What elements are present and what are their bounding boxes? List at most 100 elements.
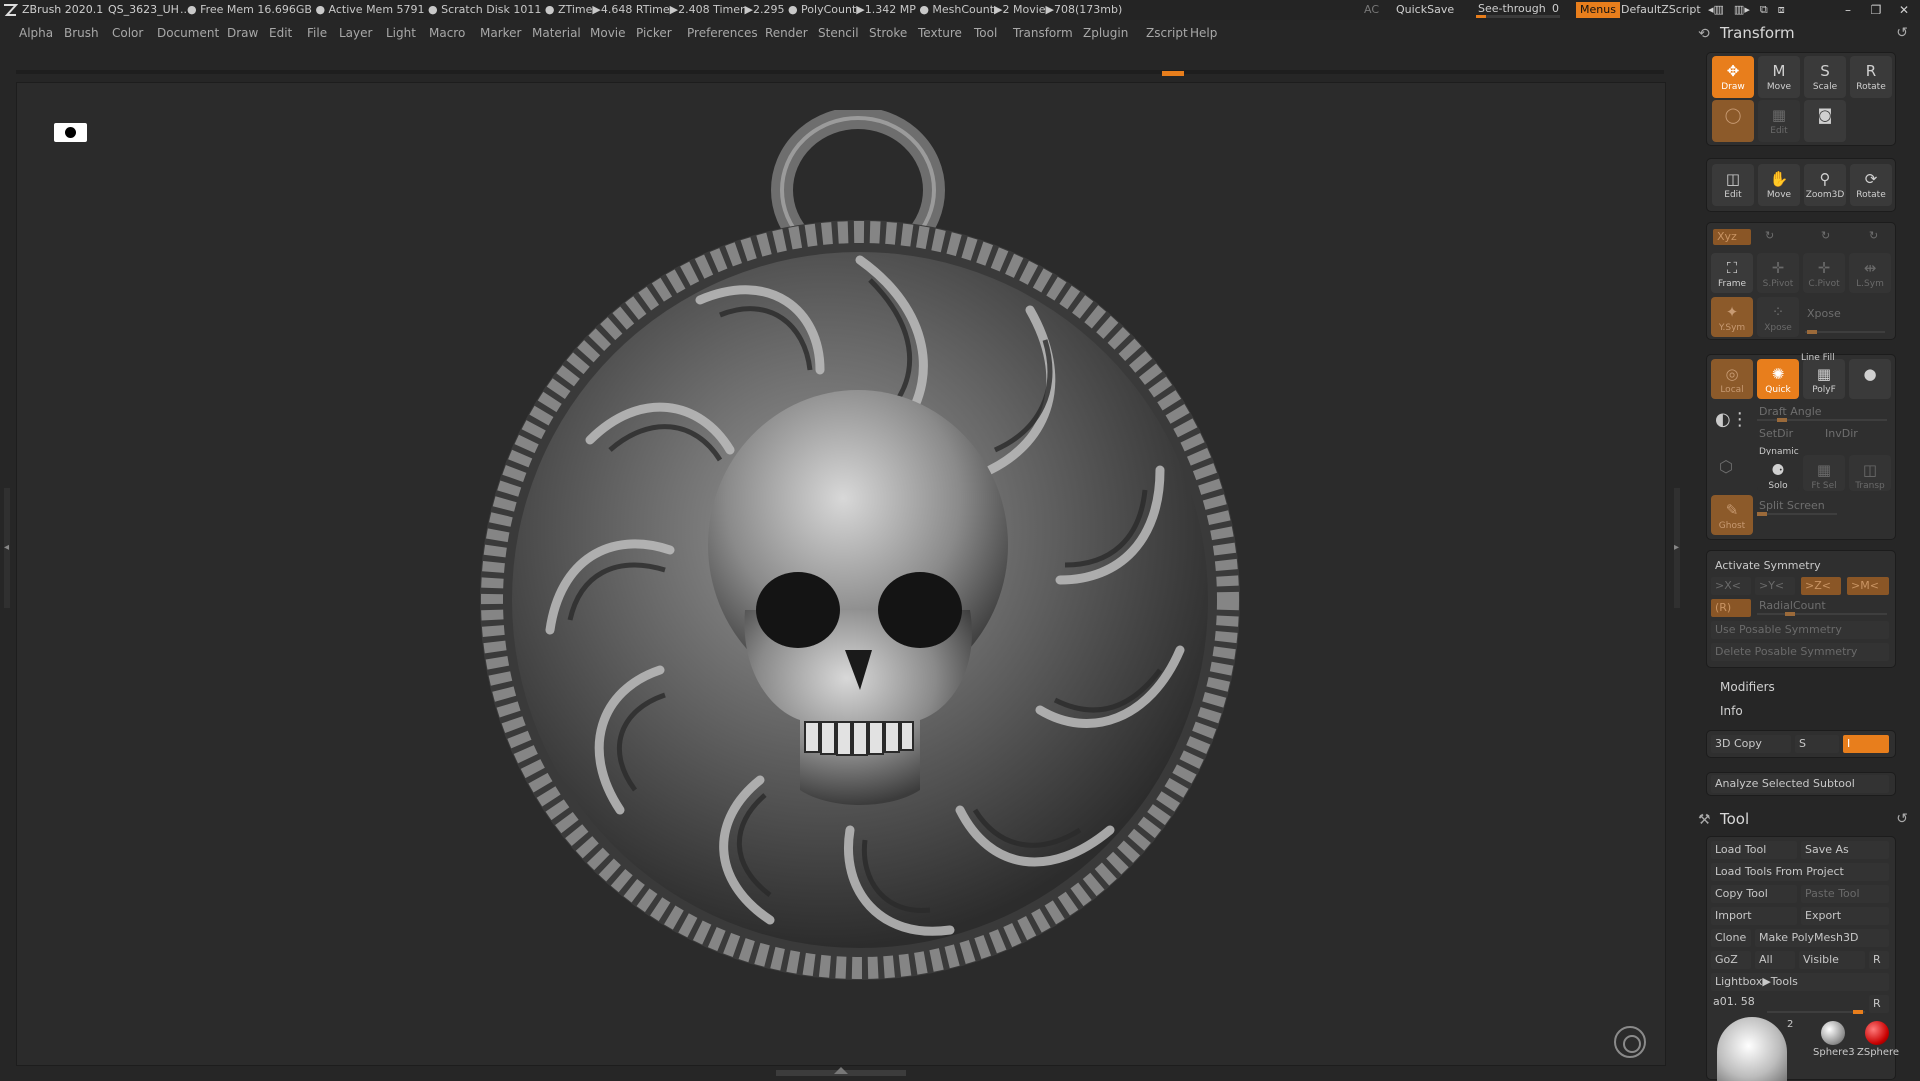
symmetry-radial-button[interactable]: (R) (1711, 599, 1751, 617)
xyz-cycle-icon[interactable]: ↻ (1765, 229, 1774, 242)
load-tools-from-project-button[interactable]: Load Tools From Project (1711, 863, 1889, 881)
z-cycle-icon[interactable]: ↻ (1869, 229, 1878, 242)
spivot-button[interactable]: ✛ S.Pivot (1757, 253, 1799, 293)
menu-movie[interactable]: Movie (590, 22, 626, 44)
menu-stencil[interactable]: Stencil (818, 22, 859, 44)
tool-reset-icon[interactable]: ↺ (1896, 811, 1908, 827)
copy-tool-button[interactable]: Copy Tool (1711, 885, 1797, 903)
lightbox-tools-button[interactable]: Lightbox▶Tools (1711, 973, 1889, 991)
3d-copy-s-button[interactable]: S (1795, 735, 1839, 753)
solo-button[interactable]: ⚈ Solo (1757, 455, 1799, 491)
3d-copy-i-button[interactable]: I (1843, 735, 1889, 753)
local-button[interactable]: ◎ Local (1711, 359, 1753, 399)
transform-header[interactable]: ⟲ Transform ↺ (1690, 22, 1920, 46)
menu-macro[interactable]: Macro (429, 22, 465, 44)
rotate-button-row3-3[interactable]: ⟳ Rotate (1850, 164, 1892, 206)
palette-toggle-icon[interactable]: ◂▥ (1708, 0, 1724, 20)
menu-material[interactable]: Material (532, 22, 581, 44)
skull-pendant-model[interactable] (470, 110, 1250, 1020)
xpose-slider[interactable] (1805, 330, 1885, 334)
menu-render[interactable]: Render (765, 22, 808, 44)
cube-icon[interactable]: ⬡ (1719, 457, 1733, 476)
menu-texture[interactable]: Texture (918, 22, 962, 44)
floor-button[interactable]: ● (1849, 359, 1891, 399)
tool-slider[interactable] (1767, 1010, 1865, 1014)
minimize-icon[interactable]: – (1838, 0, 1858, 20)
analyze-selected-subtool-button[interactable]: Analyze Selected Subtool (1711, 775, 1889, 793)
save-as-button[interactable]: Save As (1801, 841, 1889, 859)
draw-button-row1-0[interactable]: ✥ Draw (1712, 56, 1754, 98)
xpose-button[interactable]: ⁘ Xpose (1757, 297, 1799, 337)
menu-zplugin[interactable]: Zplugin (1083, 22, 1128, 44)
edit-button-row2-1[interactable]: ▦ Edit (1758, 100, 1800, 142)
tool-header[interactable]: ⚒ Tool ↺ (1690, 808, 1920, 832)
menu-document[interactable]: Document (157, 22, 219, 44)
setdir-button[interactable]: SetDir (1759, 427, 1793, 440)
menu-light[interactable]: Light (386, 22, 416, 44)
goz-all-button[interactable]: All (1755, 951, 1795, 969)
ui-toggle-icon[interactable]: ▥▸ (1734, 0, 1750, 20)
menus-button[interactable]: Menus (1576, 2, 1620, 18)
navigation-gizmo-icon[interactable] (1614, 1026, 1646, 1058)
polyf-button[interactable]: ▦ PolyF (1803, 359, 1845, 399)
rotate-button-row1-3[interactable]: R Rotate (1850, 56, 1892, 98)
frame-button[interactable]: ⛶ Frame (1711, 253, 1753, 293)
y-cycle-icon[interactable]: ↻ (1821, 229, 1830, 242)
ac-toggle[interactable]: AC (1364, 0, 1379, 20)
export-button[interactable]: Export (1801, 907, 1889, 925)
quick-button[interactable]: ✺ Quick (1757, 359, 1799, 399)
invdir-button[interactable]: InvDir (1825, 427, 1858, 440)
cpivot-button[interactable]: ✛ C.Pivot (1803, 253, 1845, 293)
radialcount-slider[interactable] (1757, 612, 1887, 616)
goz-button[interactable]: GoZ (1711, 951, 1751, 969)
xyz-button[interactable]: Xyz (1713, 229, 1751, 245)
menu-draw[interactable]: Draw (227, 22, 258, 44)
menu-layer[interactable]: Layer (339, 22, 372, 44)
goz-r-button[interactable]: R (1869, 951, 1889, 969)
zoom3d-button-row3-2[interactable]: ⚲ Zoom3D (1804, 164, 1846, 206)
layout-alt-icon[interactable]: ⧈ (1778, 0, 1785, 20)
scale-button-row1-2[interactable]: S Scale (1804, 56, 1846, 98)
menu-file[interactable]: File (307, 22, 327, 44)
menu-preferences[interactable]: Preferences (687, 22, 758, 44)
seethrough-slider[interactable]: See-through 0 (1472, 1, 1564, 19)
tool-r-button[interactable]: R (1869, 995, 1889, 1013)
menu-color[interactable]: Color (112, 22, 143, 44)
lsym-button[interactable]: ⇹ L.Sym (1849, 253, 1891, 293)
split-screen-slider[interactable] (1757, 512, 1837, 516)
menu-help[interactable]: Help (1190, 22, 1217, 44)
goz-visible-button[interactable]: Visible (1799, 951, 1865, 969)
use-posable-symmetry-button[interactable]: Use Posable Symmetry (1711, 621, 1889, 639)
bottom-shelf-handle[interactable] (776, 1067, 906, 1076)
menu-brush[interactable]: Brush (64, 22, 99, 44)
edit-button-row3-0[interactable]: ◫ Edit (1712, 164, 1754, 206)
menu-stroke[interactable]: Stroke (869, 22, 907, 44)
right-shelf-handle[interactable]: ▸ (1674, 488, 1680, 608)
menu-marker[interactable]: Marker (480, 22, 521, 44)
tool-button-row2-0[interactable]: ◯ (1712, 100, 1754, 142)
activate-symmetry-button[interactable]: Activate Symmetry (1715, 559, 1821, 572)
menu-picker[interactable]: Picker (636, 22, 672, 44)
3d-copy-button[interactable]: 3D Copy (1711, 735, 1791, 753)
menu-edit[interactable]: Edit (269, 22, 292, 44)
move-button-row1-1[interactable]: M Move (1758, 56, 1800, 98)
modifiers-subpalette[interactable]: Modifiers (1720, 680, 1775, 694)
menu-zscript[interactable]: Zscript (1146, 22, 1188, 44)
symmetry-m-button[interactable]: >M< (1847, 577, 1889, 595)
current-tool-thumbnail[interactable] (1717, 1017, 1787, 1081)
zsphere-thumbnail[interactable] (1865, 1021, 1889, 1045)
contrast-icon[interactable]: ◐⋮ (1715, 409, 1749, 430)
clone-button[interactable]: Clone (1711, 929, 1751, 947)
make-polymesh3d-button[interactable]: Make PolyMesh3D (1755, 929, 1889, 947)
maximize-icon[interactable]: ❐ (1866, 0, 1886, 20)
import-button[interactable]: Import (1711, 907, 1797, 925)
default-zscript-button[interactable]: DefaultZScript (1621, 0, 1701, 20)
menu-transform[interactable]: Transform (1013, 22, 1073, 44)
menu-tool[interactable]: Tool (974, 22, 997, 44)
camera-icon[interactable] (54, 123, 87, 142)
tool-button-row2-2[interactable]: ◙ (1804, 100, 1846, 142)
symmetry-z-button[interactable]: >Z< (1801, 577, 1841, 595)
sphere3-thumbnail[interactable] (1821, 1021, 1845, 1045)
load-tool-button[interactable]: Load Tool (1711, 841, 1797, 859)
menu-alpha[interactable]: Alpha (19, 22, 53, 44)
